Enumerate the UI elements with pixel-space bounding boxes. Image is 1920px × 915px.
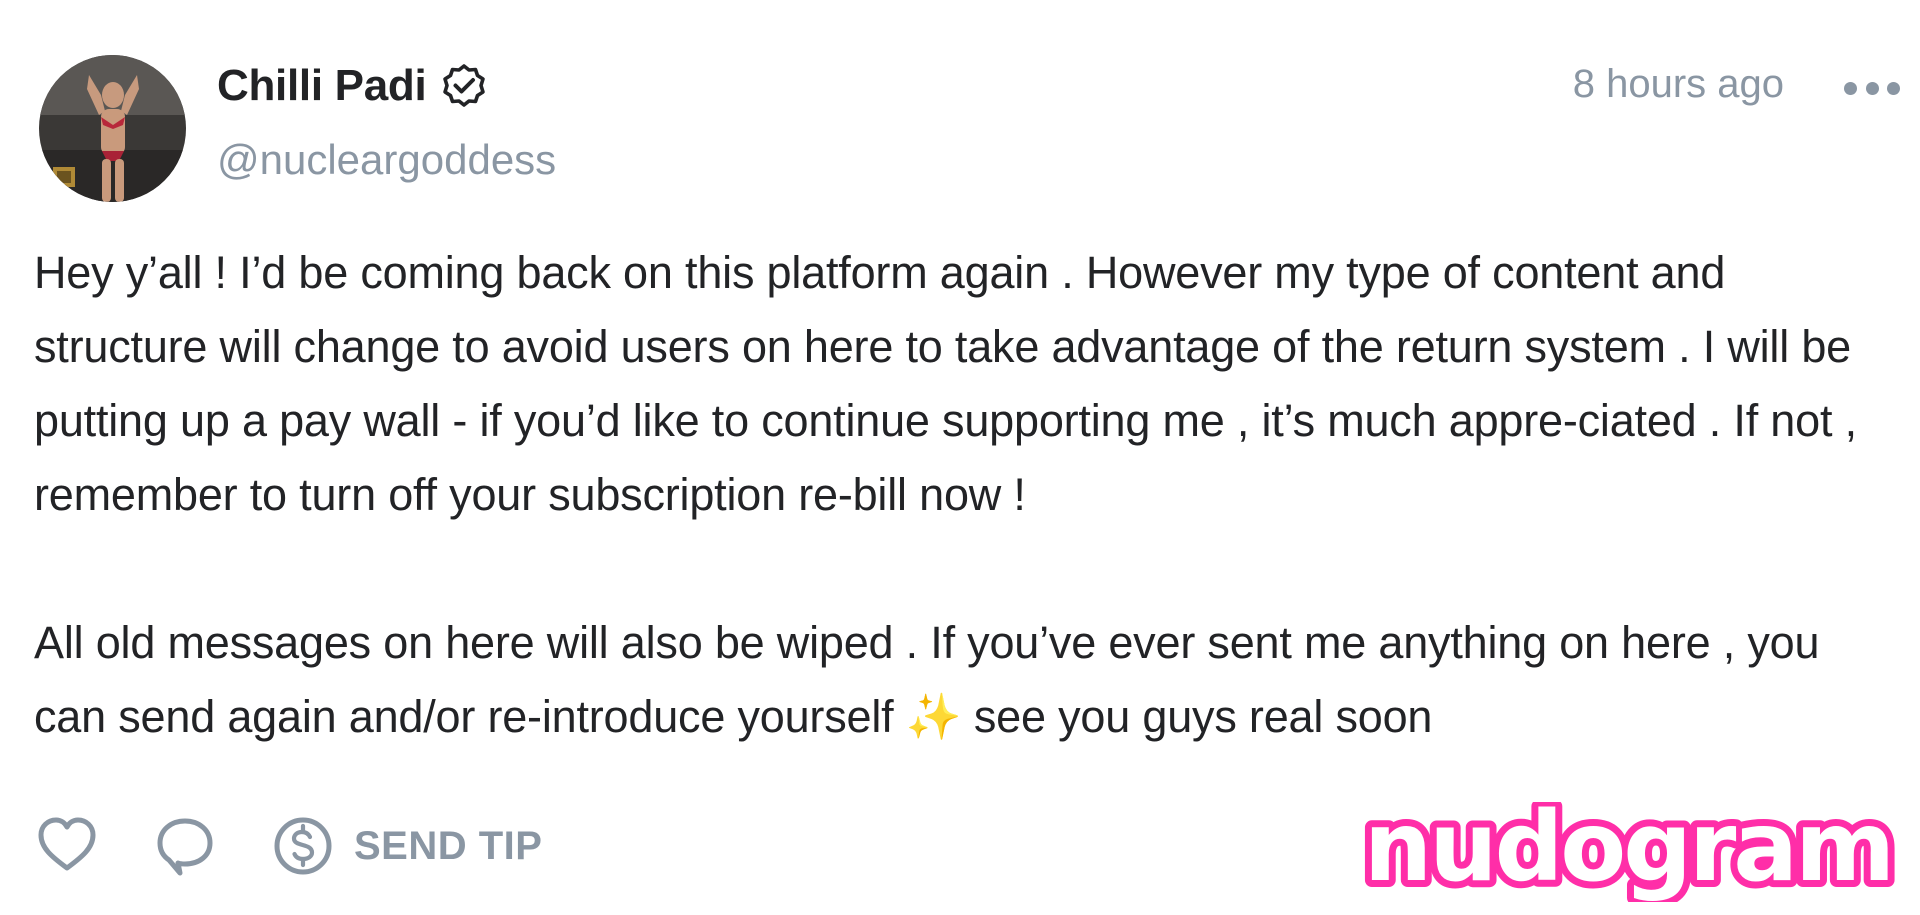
post-timestamp[interactable]: 8 hours ago (1573, 62, 1784, 107)
author-display-name[interactable]: Chilli Padi (217, 61, 427, 111)
post-card: Chilli Padi @nucleargoddess 8 hours ago … (0, 0, 1920, 915)
post-body: Hey y’all ! I’d be coming back on this p… (34, 236, 1894, 754)
avatar[interactable] (39, 55, 186, 202)
post-actions: SEND TIP (34, 810, 542, 882)
verified-badge-icon (440, 62, 488, 110)
heart-icon (38, 817, 96, 871)
send-tip-button[interactable]: SEND TIP (270, 813, 542, 879)
ellipsis-icon (1844, 81, 1857, 95)
post-paragraph: Hey y’all ! I’d be coming back on this p… (34, 247, 1857, 520)
more-options-button[interactable] (1844, 70, 1900, 106)
send-tip-label: SEND TIP (354, 823, 543, 868)
dollar-circle-icon (270, 813, 336, 879)
comment-button[interactable] (152, 813, 218, 879)
watermark-logo: nudogram (1348, 784, 1908, 910)
author-handle[interactable]: @nucleargoddess (217, 136, 556, 184)
like-button[interactable] (34, 813, 100, 879)
post-paragraph: All old messages on here will also be wi… (34, 617, 1820, 742)
watermark-text: nudogram (1364, 802, 1892, 902)
author-name-row: Chilli Padi (217, 58, 488, 114)
avatar-image (39, 55, 186, 202)
comment-bubble-icon (157, 818, 213, 876)
